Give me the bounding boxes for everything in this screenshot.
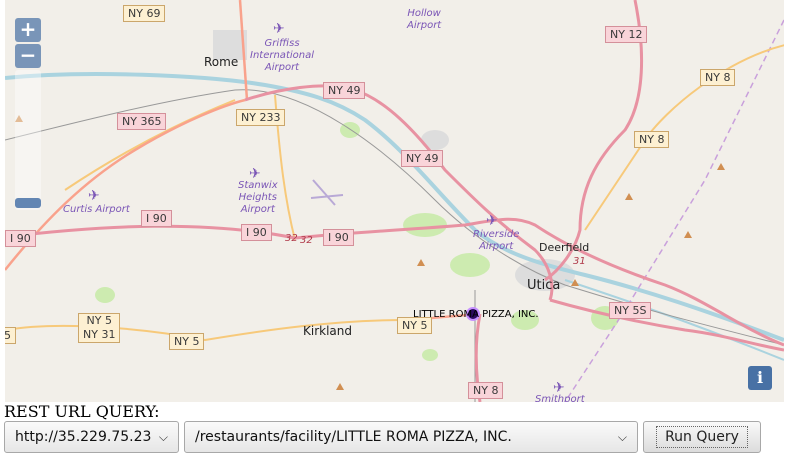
place-label-deerfield: Deerfield (539, 241, 590, 254)
chevron-down-icon: ⌵ (617, 430, 627, 444)
route-shield-ny365: NY 365 (117, 113, 167, 130)
run-query-label: Run Query (656, 426, 748, 448)
map-view[interactable]: ✈ ✈ ✈ ✈ ✈ + − Rome Utica Deerfield Kirkl… (5, 0, 784, 402)
zoom-in-button[interactable]: + (15, 18, 41, 42)
route-shield-ny12: NY 12 (605, 26, 648, 43)
path-select-value: /restaurants/facility/LITTLE ROMA PIZZA,… (195, 429, 512, 445)
secondary-roads (5, 44, 784, 342)
info-button[interactable]: i (748, 366, 772, 390)
airport-label-griffiss: Griffiss International Airport (250, 38, 314, 73)
route-shield-ny49-b: NY 49 (401, 150, 444, 167)
route-shield-ny5-b: NY 5 (169, 333, 205, 350)
place-label-rome: Rome (204, 55, 239, 69)
place-label-kirkland: Kirkland (303, 324, 352, 338)
map-tiles: ✈ ✈ ✈ ✈ ✈ (5, 0, 784, 402)
zoom-slider[interactable] (15, 70, 41, 210)
route-shield-ny49-a: NY 49 (323, 82, 366, 99)
rest-url-query-label: REST URL QUERY: (4, 402, 160, 421)
route-shield-ny233: NY 233 (236, 109, 286, 126)
route-shield-ny69: NY 69 (123, 5, 166, 22)
zoom-out-button[interactable]: − (15, 44, 41, 68)
airport-label-hollow: Hollow Airport (407, 8, 442, 31)
run-query-button[interactable]: Run Query (643, 421, 761, 453)
route-shield-ny8-a: NY 8 (700, 69, 736, 86)
svg-text:✈: ✈ (273, 21, 285, 37)
svg-text:✈: ✈ (88, 188, 100, 204)
svg-text:✈: ✈ (486, 213, 498, 229)
route-shield-ny5s: NY 5S (609, 302, 652, 319)
chevron-down-icon: ⌵ (158, 430, 168, 444)
route-number-32-a: 32 (285, 233, 298, 244)
host-select-value: http://35.229.75.23 (15, 429, 152, 445)
route-shield-ny8-c: NY 8 (468, 382, 504, 399)
airport-label-smithport: Smithport (535, 394, 585, 402)
restaurant-marker-label: LITTLE ROMA PIZZA, INC. (413, 309, 539, 320)
route-shield-ny5-ny31: NY 5 NY 31 (78, 313, 121, 343)
route-number-32-b: 32 (300, 235, 313, 246)
airport-label-riverside: Riverside Airport (473, 229, 520, 252)
route-number-31: 31 (573, 256, 586, 267)
path-select[interactable]: /restaurants/facility/LITTLE ROMA PIZZA,… (184, 421, 638, 453)
route-shield-i90-d: I 90 (323, 229, 354, 246)
route-shield-i90-b: I 90 (5, 230, 36, 247)
host-select[interactable]: http://35.229.75.23 ⌵ (4, 421, 179, 453)
peak-markers (15, 115, 725, 390)
place-label-utica: Utica (527, 278, 561, 293)
route-shield-ny5-d: 5 (5, 327, 16, 344)
route-shield-i90-c: I 90 (241, 224, 272, 241)
airfield (310, 179, 344, 206)
zoom-slider-handle[interactable] (15, 198, 41, 208)
airport-label-curtis: Curtis Airport (63, 204, 130, 215)
route-shield-ny8-b: NY 8 (634, 131, 670, 148)
airport-label-stanwix: Stanwix Heights Airport (238, 180, 278, 215)
route-shield-i90-a: I 90 (141, 210, 172, 227)
motorways (5, 0, 784, 402)
